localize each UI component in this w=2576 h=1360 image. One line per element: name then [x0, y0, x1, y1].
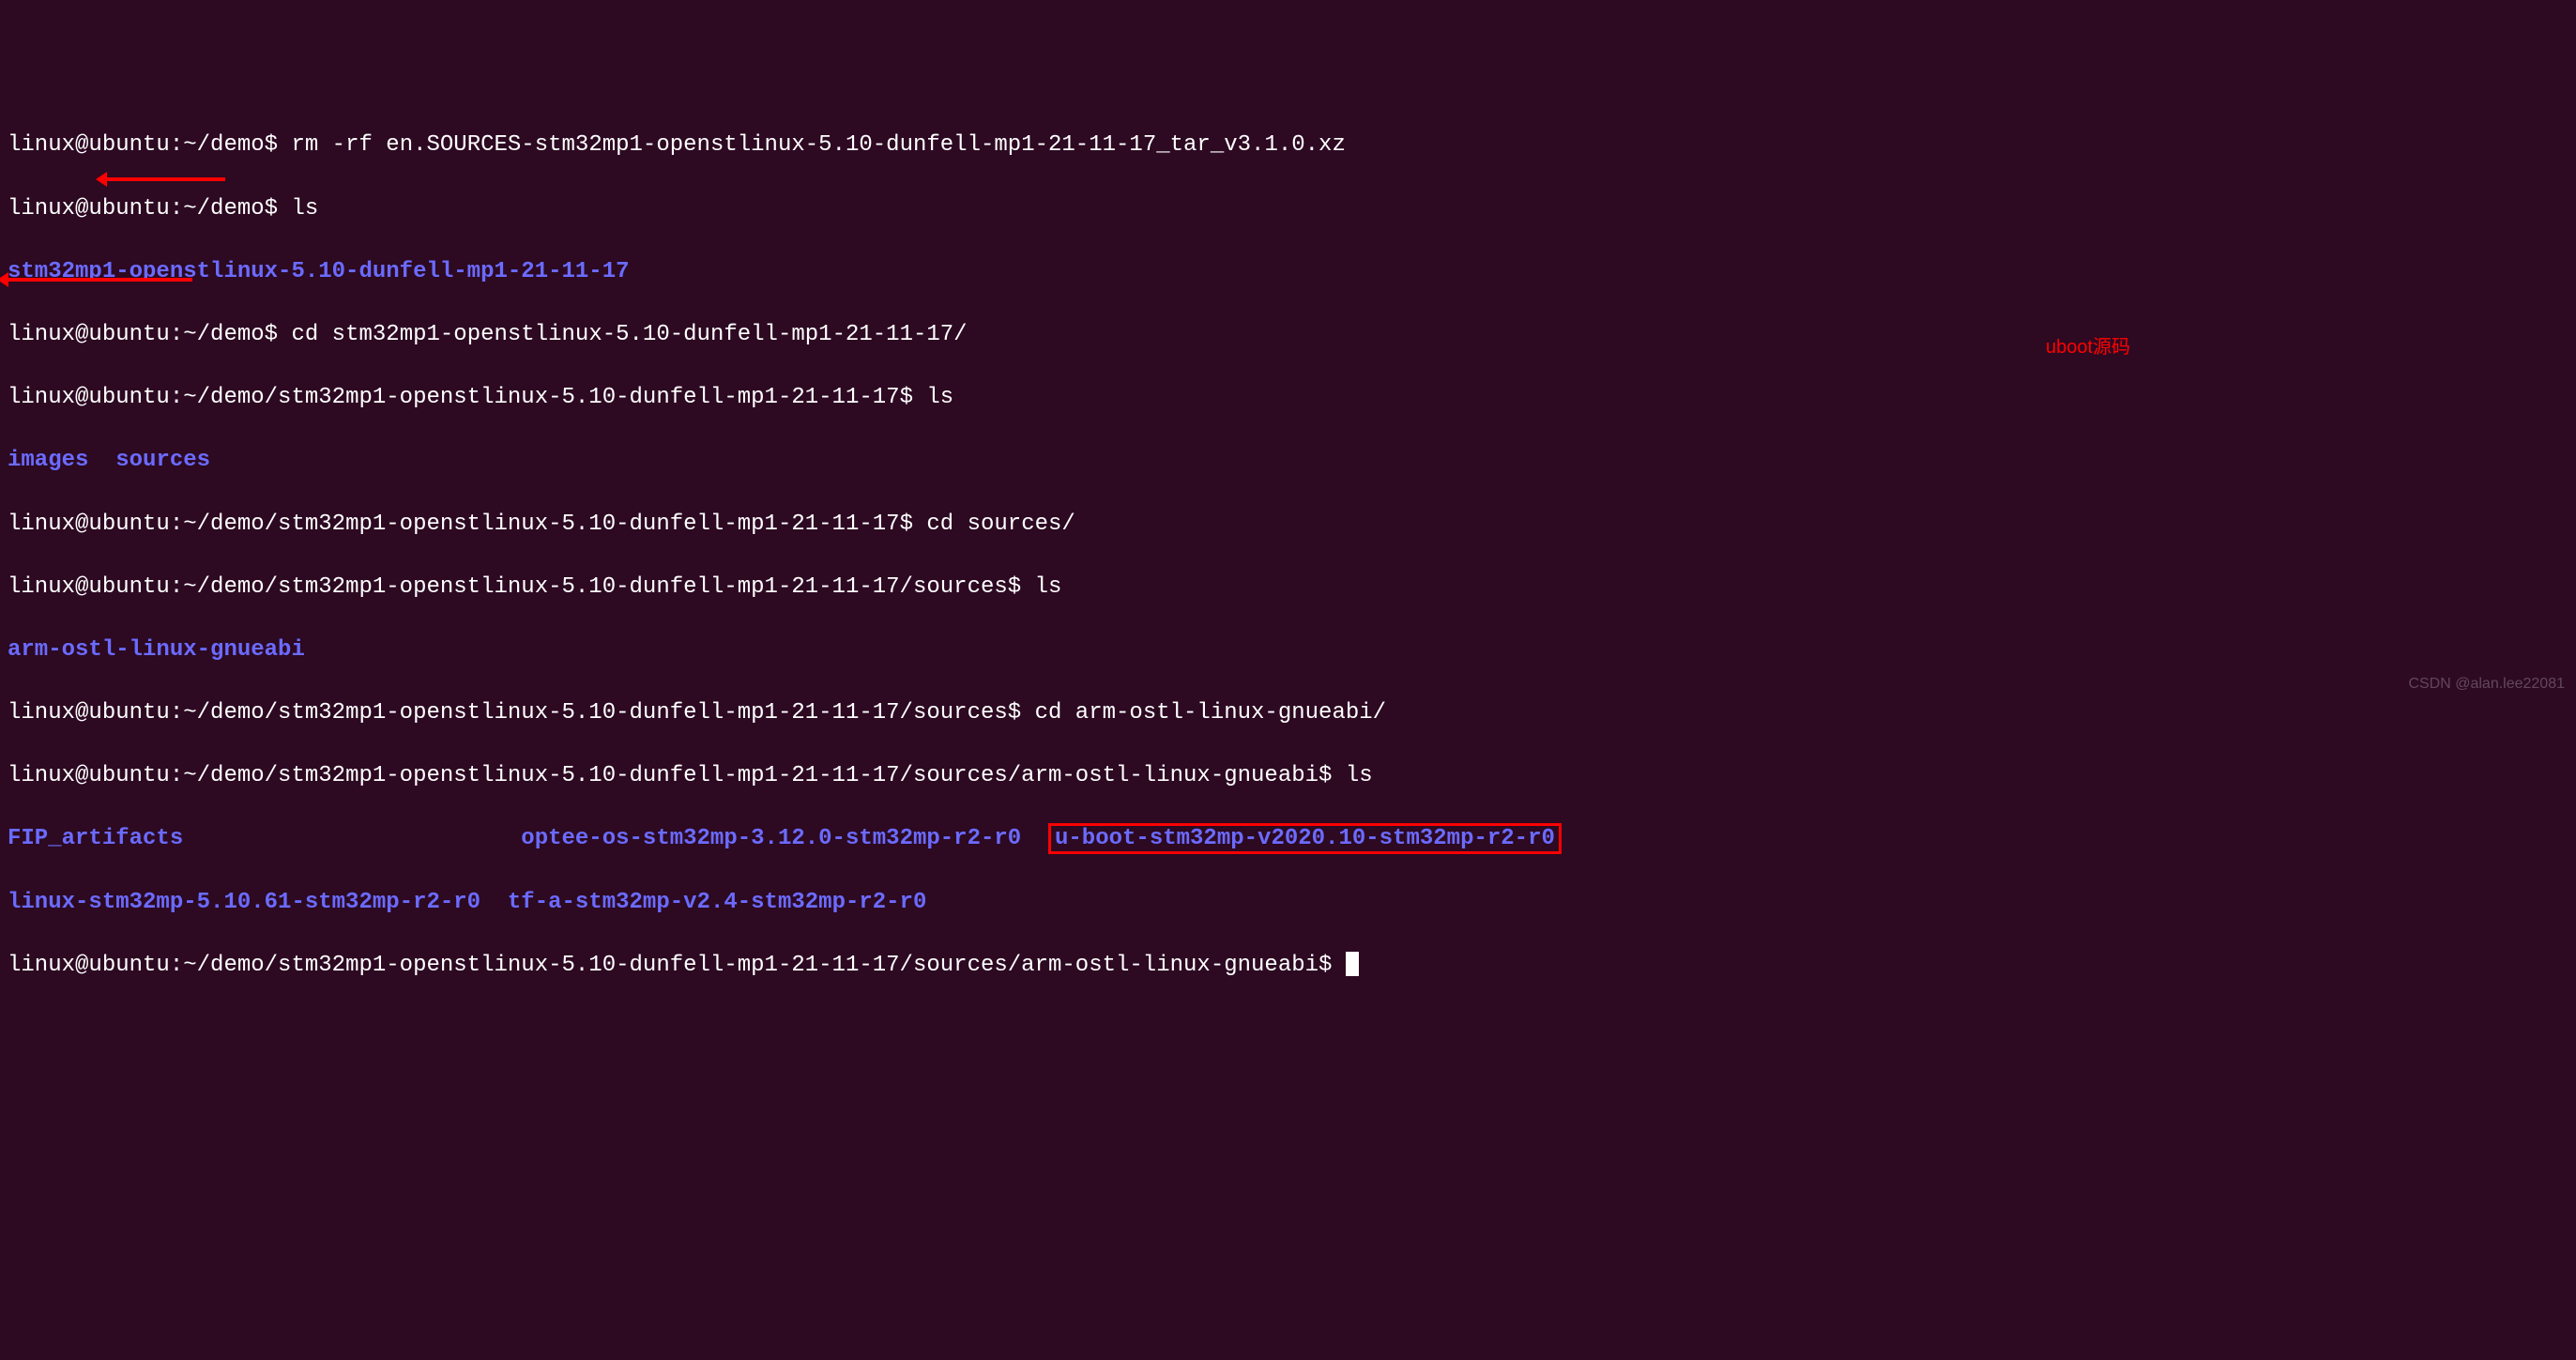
terminal-line-4: linux@ubuntu:~/demo$ cd stm32mp1-openstl…: [8, 319, 2568, 351]
directory-uboot-highlighted: u-boot-stm32mp-v2020.10-stm32mp-r2-r0: [1048, 823, 1562, 854]
command-text: cd stm32mp1-openstlinux-5.10-dunfell-mp1…: [291, 322, 967, 347]
directory-tfa: tf-a-stm32mp-v2.4-stm32mp-r2-r0: [508, 890, 926, 915]
prompt-dollar: $: [265, 132, 292, 158]
prompt-user: linux@ubuntu: [8, 132, 170, 158]
prompt-path: ~/demo: [183, 132, 264, 158]
directory-linux-stm32mp: linux-stm32mp-5.10.61-stm32mp-r2-r0: [8, 890, 480, 915]
prompt-dollar: $: [265, 196, 292, 222]
watermark-text: CSDN @alan.lee22081: [2408, 674, 2565, 695]
prompt-dollar: $: [1318, 763, 1346, 788]
prompt-dollar: $: [1008, 700, 1035, 726]
prompt-path: ~/demo/stm32mp1-openstlinux-5.10-dunfell…: [183, 385, 899, 410]
prompt-path: ~/demo/stm32mp1-openstlinux-5.10-dunfell…: [183, 763, 1318, 788]
terminal-line-6-output: images sources: [8, 445, 2568, 477]
terminal-line-11: linux@ubuntu:~/demo/stm32mp1-openstlinux…: [8, 760, 2568, 792]
prompt-path: ~/demo: [183, 322, 264, 347]
terminal-line-9-output: arm-ostl-linux-gnueabi: [8, 634, 2568, 666]
command-text: cd sources/: [926, 512, 1075, 537]
directory-name: arm-ostl-linux-gnueabi: [8, 637, 305, 663]
prompt-sep: :: [170, 953, 183, 978]
prompt-sep: :: [170, 512, 183, 537]
directory-sources: sources: [115, 448, 210, 473]
command-text: cd arm-ostl-linux-gnueabi/: [1035, 700, 1386, 726]
prompt-dollar: $: [900, 512, 927, 537]
terminal-line-12-output: FIP_artifacts optee-os-stm32mp-3.12.0-st…: [8, 823, 2568, 855]
prompt-dollar: $: [265, 322, 292, 347]
cursor-icon[interactable]: [1346, 952, 1359, 976]
terminal-line-8: linux@ubuntu:~/demo/stm32mp1-openstlinux…: [8, 572, 2568, 604]
terminal-line-3-output: stm32mp1-openstlinux-5.10-dunfell-mp1-21…: [8, 256, 2568, 288]
prompt-path: ~/demo/stm32mp1-openstlinux-5.10-dunfell…: [183, 953, 1318, 978]
annotation-arrow-1: [103, 177, 225, 181]
prompt-sep: :: [170, 196, 183, 222]
prompt-user: linux@ubuntu: [8, 763, 170, 788]
terminal-line-5: linux@ubuntu:~/demo/stm32mp1-openstlinux…: [8, 382, 2568, 414]
annotation-arrow-2: [5, 278, 192, 282]
command-text: rm -rf en.SOURCES-stm32mp1-openstlinux-5…: [291, 132, 1345, 158]
prompt-path: ~/demo/stm32mp1-openstlinux-5.10-dunfell…: [183, 512, 899, 537]
command-text: ls: [926, 385, 953, 410]
directory-optee: optee-os-stm32mp-3.12.0-stm32mp-r2-r0: [521, 826, 1021, 851]
prompt-user: linux@ubuntu: [8, 196, 170, 222]
prompt-sep: :: [170, 763, 183, 788]
terminal-line-1: linux@ubuntu:~/demo$ rm -rf en.SOURCES-s…: [8, 130, 2568, 161]
prompt-user: linux@ubuntu: [8, 953, 170, 978]
terminal-line-14: linux@ubuntu:~/demo/stm32mp1-openstlinux…: [8, 950, 2568, 982]
prompt-dollar: $: [1008, 574, 1035, 600]
prompt-sep: :: [170, 574, 183, 600]
prompt-sep: :: [170, 700, 183, 726]
terminal-line-7: linux@ubuntu:~/demo/stm32mp1-openstlinux…: [8, 509, 2568, 541]
prompt-dollar: $: [1318, 953, 1346, 978]
terminal-line-10: linux@ubuntu:~/demo/stm32mp1-openstlinux…: [8, 697, 2568, 729]
directory-images: images: [8, 448, 88, 473]
prompt-sep: :: [170, 385, 183, 410]
prompt-path: ~/demo/stm32mp1-openstlinux-5.10-dunfell…: [183, 700, 1008, 726]
prompt-user: linux@ubuntu: [8, 700, 170, 726]
prompt-dollar: $: [900, 385, 927, 410]
annotation-uboot-label: uboot源码: [2046, 334, 2130, 360]
command-text: ls: [1035, 574, 1062, 600]
prompt-user: linux@ubuntu: [8, 322, 170, 347]
prompt-path: ~/demo/stm32mp1-openstlinux-5.10-dunfell…: [183, 574, 1008, 600]
prompt-path: ~/demo: [183, 196, 264, 222]
terminal-line-2: linux@ubuntu:~/demo$ ls: [8, 193, 2568, 225]
prompt-user: linux@ubuntu: [8, 574, 170, 600]
terminal-line-13-output: linux-stm32mp-5.10.61-stm32mp-r2-r0 tf-a…: [8, 887, 2568, 919]
command-text: ls: [291, 196, 318, 222]
prompt-user: linux@ubuntu: [8, 385, 170, 410]
directory-fip-artifacts: FIP_artifacts: [8, 826, 183, 851]
prompt-sep: :: [170, 322, 183, 347]
prompt-sep: :: [170, 132, 183, 158]
command-text: ls: [1346, 763, 1373, 788]
prompt-user: linux@ubuntu: [8, 512, 170, 537]
